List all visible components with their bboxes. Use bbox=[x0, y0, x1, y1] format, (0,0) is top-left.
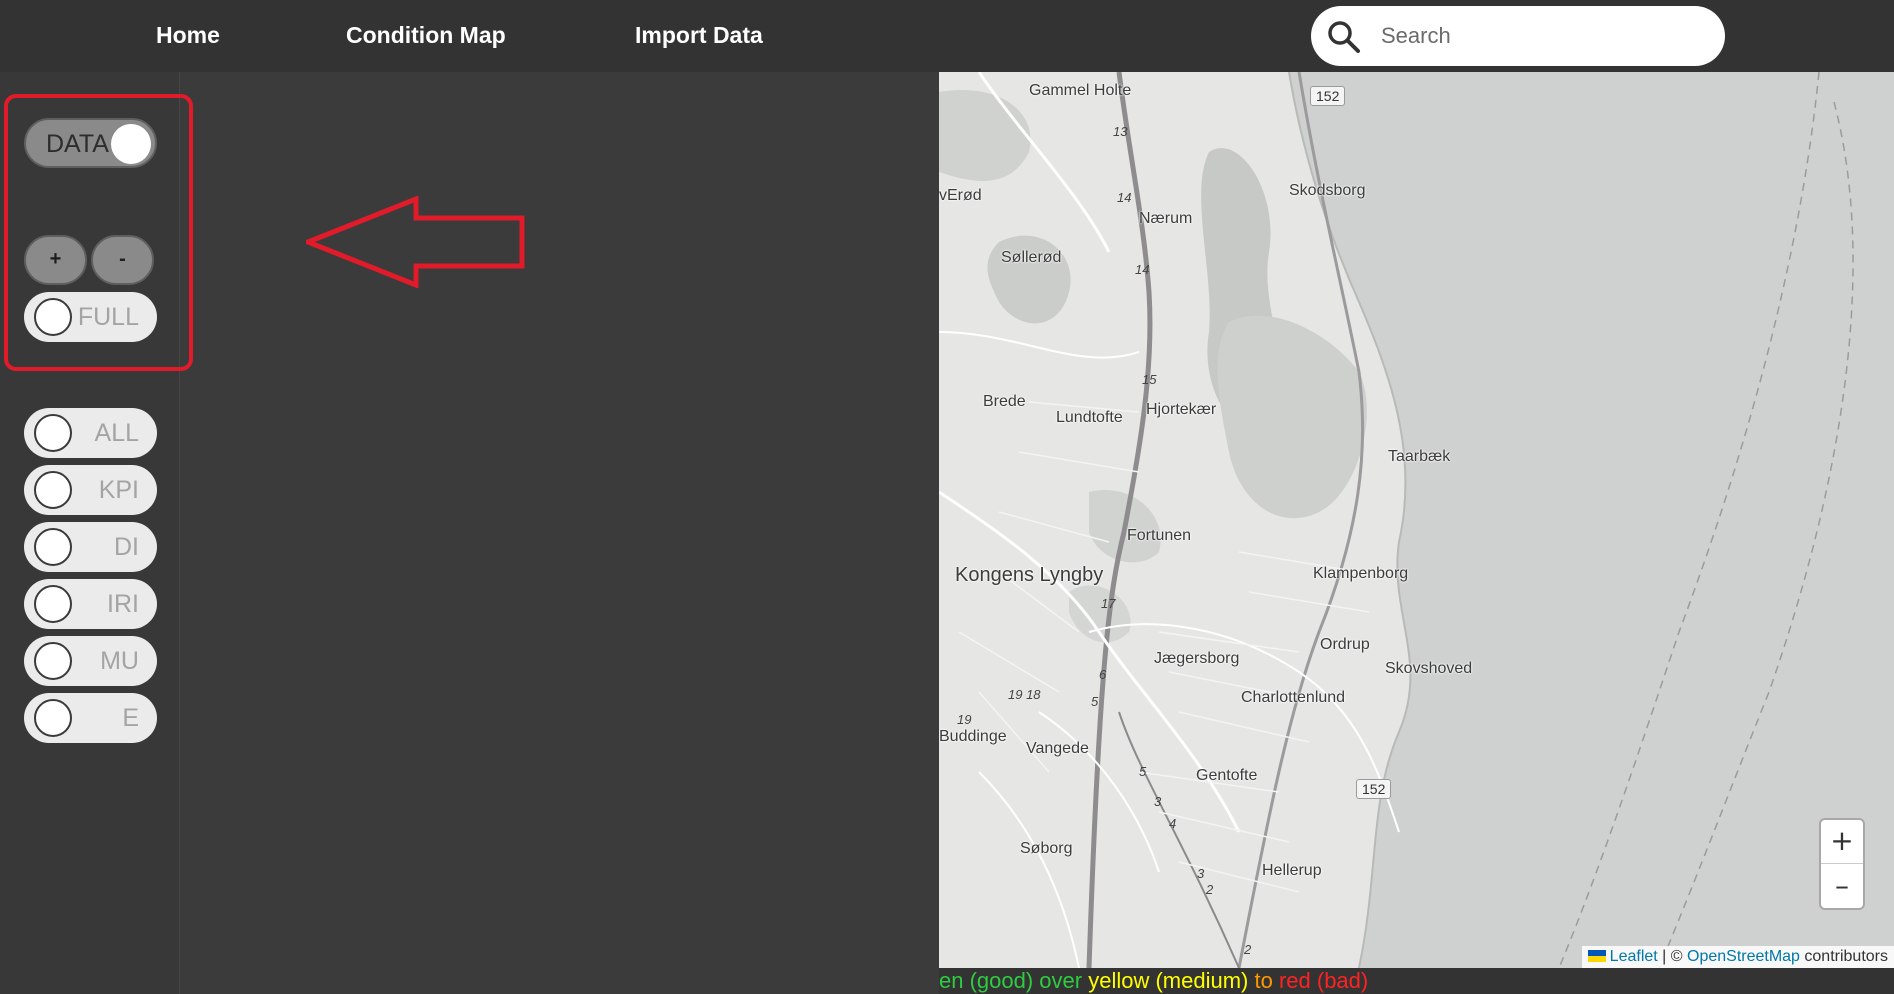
map-place-label: Lundtofte bbox=[1056, 409, 1123, 426]
annotation-arrow-icon bbox=[306, 196, 525, 288]
legend-yellow-text: yellow (medium) bbox=[1088, 968, 1249, 993]
condition-legend: en (good) over yellow (medium) to red (b… bbox=[939, 968, 1894, 994]
road-number: 2 bbox=[1244, 942, 1252, 957]
layer-toggle-kpi[interactable]: KPI bbox=[24, 465, 157, 515]
map-view[interactable]: Gammel Holte vErød Nærum Skodsborg Sølle… bbox=[939, 72, 1894, 968]
map-attribution: Leaflet | © OpenStreetMap contributors bbox=[1581, 946, 1894, 968]
map-place-label: Jægersborg bbox=[1154, 650, 1240, 667]
map-place-label: Fortunen bbox=[1127, 527, 1192, 544]
legend-green-text: en (good) bbox=[939, 968, 1034, 993]
map-place-label: Buddinge bbox=[939, 728, 1007, 745]
toggle-knob bbox=[34, 642, 72, 680]
toggle-label: MU bbox=[100, 647, 139, 675]
road-number: 6 bbox=[1099, 667, 1107, 682]
layer-toggle-e[interactable]: E bbox=[24, 693, 157, 743]
map-place-label: Brede bbox=[983, 393, 1026, 410]
attribution-contributors: contributors bbox=[1799, 948, 1888, 965]
map-place-label: Taarbæk bbox=[1388, 448, 1451, 465]
road-number: 5 bbox=[1091, 694, 1099, 709]
map-place-label: Hjortekær bbox=[1146, 401, 1217, 418]
toggle-knob bbox=[34, 471, 72, 509]
leaflet-link[interactable]: Leaflet bbox=[1610, 948, 1658, 965]
toggle-knob bbox=[34, 585, 72, 623]
road-number: 14 bbox=[1135, 262, 1150, 277]
map-place-label: vErød bbox=[939, 187, 982, 204]
map-place-label: Søllerød bbox=[1001, 249, 1062, 266]
ukraine-flag-icon bbox=[1587, 950, 1606, 962]
search-input[interactable] bbox=[1381, 16, 1701, 56]
road-shield: 152 bbox=[1356, 779, 1392, 799]
toggle-knob bbox=[34, 528, 72, 566]
road-number: 14 bbox=[1117, 190, 1132, 205]
toggle-label: ALL bbox=[94, 419, 139, 447]
toggle-label: E bbox=[122, 704, 139, 732]
main-content-area bbox=[181, 72, 939, 994]
road-number: 19 18 bbox=[1008, 687, 1041, 702]
road-shield: 152 bbox=[1310, 86, 1346, 106]
toggle-knob bbox=[34, 699, 72, 737]
toggle-knob bbox=[34, 414, 72, 452]
nav-home-link[interactable]: Home bbox=[156, 22, 220, 49]
map-place-label: Gentofte bbox=[1196, 767, 1258, 784]
openstreetmap-link[interactable]: OpenStreetMap bbox=[1687, 948, 1800, 965]
annotation-highlight-box bbox=[4, 94, 193, 371]
legend-over-text: over bbox=[1033, 968, 1089, 993]
map-place-label: Skodsborg bbox=[1289, 182, 1366, 199]
nav-condition-map-link[interactable]: Condition Map bbox=[346, 22, 506, 49]
map-place-label: Ordrup bbox=[1320, 636, 1370, 653]
layer-toggle-iri[interactable]: IRI bbox=[24, 579, 157, 629]
road-number: 19 bbox=[957, 712, 972, 727]
road-number: 3 bbox=[1197, 866, 1205, 881]
top-navbar: Home Condition Map Import Data bbox=[0, 0, 1894, 72]
toggle-label: IRI bbox=[107, 590, 139, 618]
map-zoom-in-button[interactable]: + bbox=[1821, 820, 1863, 864]
layer-toggle-di[interactable]: DI bbox=[24, 522, 157, 572]
toggle-label: KPI bbox=[98, 476, 139, 504]
legend-red-text: red (bad) bbox=[1278, 968, 1369, 993]
legend-to-text: to bbox=[1248, 968, 1279, 993]
search-box bbox=[1311, 6, 1725, 66]
map-tiles bbox=[939, 72, 1894, 968]
map-place-label: Charlottenlund bbox=[1241, 689, 1346, 706]
layer-toggle-all[interactable]: ALL bbox=[24, 408, 157, 458]
road-number: 15 bbox=[1142, 372, 1157, 387]
road-number: 3 bbox=[1154, 794, 1162, 809]
road-number: 13 bbox=[1113, 124, 1128, 139]
map-place-label: Gammel Holte bbox=[1029, 82, 1132, 99]
road-number: 17 bbox=[1101, 596, 1116, 611]
map-zoom-control: + – bbox=[1819, 818, 1865, 910]
search-icon[interactable] bbox=[1327, 20, 1361, 54]
toggle-label: DI bbox=[114, 533, 139, 561]
map-place-label: Søborg bbox=[1020, 840, 1073, 857]
nav-import-data-link[interactable]: Import Data bbox=[635, 22, 763, 49]
attribution-separator: | © bbox=[1657, 948, 1687, 965]
map-place-label: Vangede bbox=[1026, 740, 1089, 757]
map-place-label: Kongens Lyngby bbox=[955, 564, 1104, 586]
map-place-label: Nærum bbox=[1139, 210, 1193, 227]
map-place-label: Skovshoved bbox=[1385, 660, 1473, 677]
road-number: 5 bbox=[1139, 764, 1147, 779]
road-number: 4 bbox=[1169, 816, 1177, 831]
map-zoom-out-button[interactable]: – bbox=[1821, 865, 1863, 909]
layer-toggle-mu[interactable]: MU bbox=[24, 636, 157, 686]
road-number: 2 bbox=[1206, 882, 1214, 897]
map-place-label: Klampenborg bbox=[1313, 565, 1409, 582]
map-place-label: Hellerup bbox=[1262, 862, 1322, 879]
